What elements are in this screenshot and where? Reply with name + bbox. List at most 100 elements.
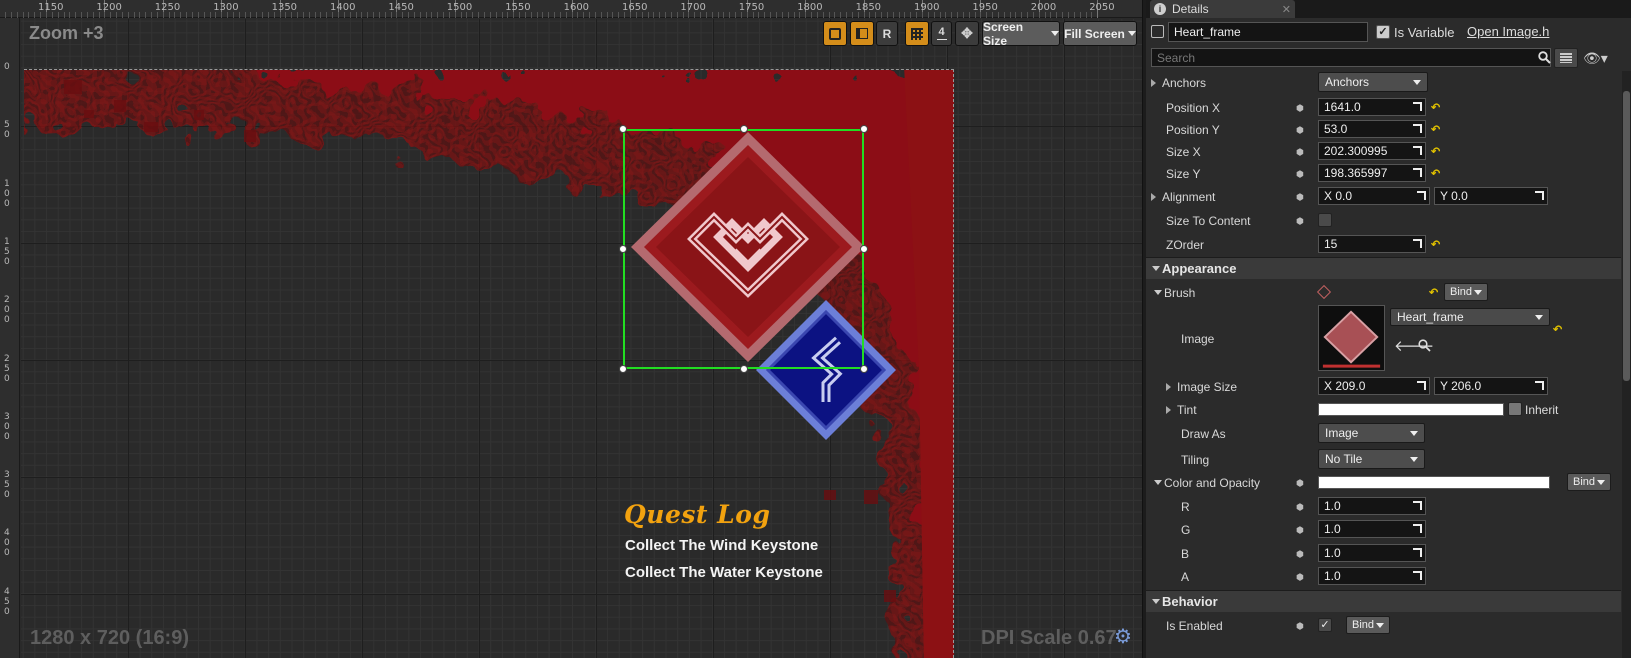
image-asset-dropdown[interactable]: Heart_frame [1390,308,1550,326]
resize-handle-top-left[interactable] [619,125,627,133]
property-matrix-button[interactable] [1554,48,1578,68]
reset-to-default-icon[interactable]: ↶ [1429,287,1439,299]
reset-to-default-icon[interactable]: ↶ [1431,168,1441,180]
properties-scrollbar[interactable] [1622,71,1631,658]
reset-to-default-icon[interactable]: ↶ [1553,324,1563,336]
brush-bind-button[interactable]: Bind [1444,283,1489,301]
property-binding-icon[interactable]: ⬢ [1296,549,1306,559]
image-thumbnail[interactable] [1318,305,1385,371]
search-icon[interactable] [1538,51,1551,64]
quest-log-title[interactable]: Quest Log [624,500,770,529]
color-r-field[interactable]: 1.0 [1318,497,1426,515]
property-binding-icon[interactable]: ⬢ [1296,216,1306,226]
brush-diamond-icon [1316,284,1332,300]
fill-screen-dropdown[interactable]: Fill Screen [1063,21,1137,46]
designer-viewport[interactable]: 1150 1200 1250 1300 1350 1400 1450 1500 1550 1600… [0,0,1143,658]
expand-arrow-icon[interactable] [1151,192,1156,201]
property-binding-icon[interactable]: ⬢ [1296,621,1306,631]
ruler-minor-tick [776,12,777,18]
color-b-field[interactable]: 1.0 [1318,544,1426,562]
ruler-minor-tick [419,12,421,18]
reset-to-default-icon[interactable]: ↶ [1431,102,1441,114]
resize-handle-right[interactable] [860,245,868,253]
property-binding-icon[interactable]: ⬢ [1296,125,1306,135]
behavior-section-header[interactable]: Behavior [1146,590,1621,612]
alignment-y-field[interactable]: Y 0.0 [1434,187,1548,205]
reset-to-default-icon[interactable]: ↶ [1431,146,1441,158]
property-binding-icon[interactable]: ⬢ [1296,525,1306,535]
anchors-dropdown[interactable]: Anchors [1318,72,1428,92]
layout-mode-button[interactable] [823,21,847,46]
property-binding-icon[interactable]: ⬢ [1296,169,1306,179]
widget-name-input[interactable]: Heart_frame [1168,22,1368,42]
transform-mode-button[interactable]: ✥ [955,21,979,46]
grid-snap-button[interactable] [905,21,929,46]
property-binding-icon[interactable]: ⬢ [1296,103,1306,113]
tint-color-swatch[interactable] [1318,403,1504,416]
image-size-y-field[interactable]: Y 206.0 [1434,377,1548,395]
expand-arrow-icon[interactable] [1166,382,1171,391]
color-bind-button[interactable]: Bind [1567,473,1612,491]
color-opacity-swatch[interactable] [1318,476,1550,489]
reset-to-default-icon[interactable]: ↶ [1431,124,1441,136]
tab-details[interactable]: i Details ✕ [1150,0,1295,18]
collapse-arrow-icon[interactable] [1154,290,1162,295]
resize-handle-bottom-left[interactable] [619,365,627,373]
expand-arrow-icon[interactable] [1151,78,1156,87]
ruler-minor-tick [355,12,357,18]
ruler-minor-tick [174,12,176,18]
quest-item[interactable]: Collect The Water Keystone [625,564,823,581]
quest-item[interactable]: Collect The Wind Keystone [625,537,818,554]
is-enabled-bind-button[interactable]: Bind [1346,616,1391,634]
is-variable-checkbox[interactable]: ✓ [1376,25,1390,39]
property-binding-icon[interactable]: ⬢ [1296,572,1306,582]
open-image-link[interactable]: Open Image.h [1467,24,1549,39]
ruler-minor-tick [641,12,643,18]
resize-handle-left[interactable] [619,245,627,253]
alignment-x-field[interactable]: X 0.0 [1318,187,1430,205]
zorder-field[interactable]: 15 [1318,235,1426,253]
resize-handle-top[interactable] [740,125,748,133]
property-binding-icon[interactable]: ⬢ [1296,502,1306,512]
image-size-x-field[interactable]: X 209.0 [1318,377,1430,395]
ruler-minor-tick [635,12,637,18]
ruler-minor-tick [121,12,123,18]
position-x-field[interactable]: 1641.0 [1318,98,1426,116]
tiling-dropdown[interactable]: No Tile [1318,449,1425,469]
dpi-settings-gear-icon[interactable]: ⚙ [1113,627,1133,647]
property-binding-icon[interactable]: ⬢ [1296,147,1306,157]
search-input[interactable]: Search [1151,48,1551,67]
expand-arrow-icon[interactable] [1166,405,1171,414]
inherit-checkbox[interactable] [1508,402,1522,416]
snap-value-button[interactable]: 4 [931,21,952,46]
ruler-minor-tick [1038,12,1040,18]
ruler-minor-tick [168,12,170,18]
reset-to-default-icon[interactable]: ↶ [1431,239,1441,251]
respect-locks-button[interactable]: R [876,21,898,46]
browse-search-icon[interactable] [1418,339,1431,352]
close-icon[interactable]: ✕ [1282,3,1291,16]
size-x-field[interactable]: 202.300995 [1318,142,1426,160]
scrollbar-thumb[interactable] [1623,91,1630,381]
color-a-field[interactable]: 1.0 [1318,567,1426,585]
selection-outline[interactable] [623,129,864,369]
property-binding-icon[interactable]: ⬢ [1296,192,1306,202]
resize-handle-bottom-right[interactable] [860,365,868,373]
draw-as-dropdown[interactable]: Image [1318,423,1425,443]
properties-list: Anchors Anchors Position X ⬢ 1641.0 ↶ Po… [1146,71,1621,658]
color-g-field[interactable]: 1.0 [1318,520,1426,538]
size-to-content-checkbox[interactable] [1318,213,1332,227]
is-enabled-checkbox[interactable]: ✓ [1318,618,1332,632]
resize-handle-bottom[interactable] [740,365,748,373]
position-y-field[interactable]: 53.0 [1318,120,1426,138]
resize-handle-top-right[interactable] [860,125,868,133]
localization-toggle-button[interactable] [850,21,874,46]
ruler-minor-tick [1032,12,1034,18]
property-binding-icon[interactable]: ⬢ [1296,478,1306,488]
collapse-arrow-icon[interactable] [1154,480,1162,485]
ruler-y-label: 400 [4,528,10,559]
screen-size-dropdown[interactable]: Screen Size [982,20,1060,48]
size-y-field[interactable]: 198.365997 [1318,164,1426,182]
appearance-section-header[interactable]: Appearance [1146,257,1621,279]
visibility-options-button[interactable]: 👁▾ [1583,48,1617,68]
